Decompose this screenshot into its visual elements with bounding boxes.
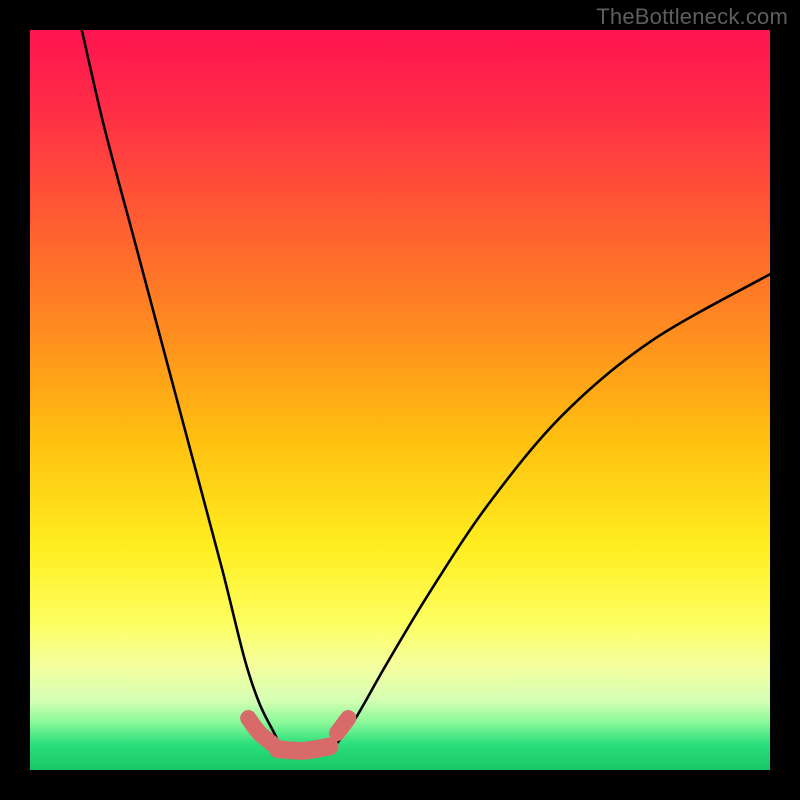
floor-segment-right-cap xyxy=(337,718,348,733)
attribution-label: TheBottleneck.com xyxy=(596,4,788,30)
plot-area xyxy=(30,30,770,770)
chart-frame: TheBottleneck.com xyxy=(0,0,800,800)
curve-right xyxy=(333,274,770,748)
floor-segment-valley xyxy=(278,746,330,751)
floor-markers xyxy=(248,718,348,751)
curve-layer xyxy=(30,30,770,770)
curve-left xyxy=(82,30,282,748)
